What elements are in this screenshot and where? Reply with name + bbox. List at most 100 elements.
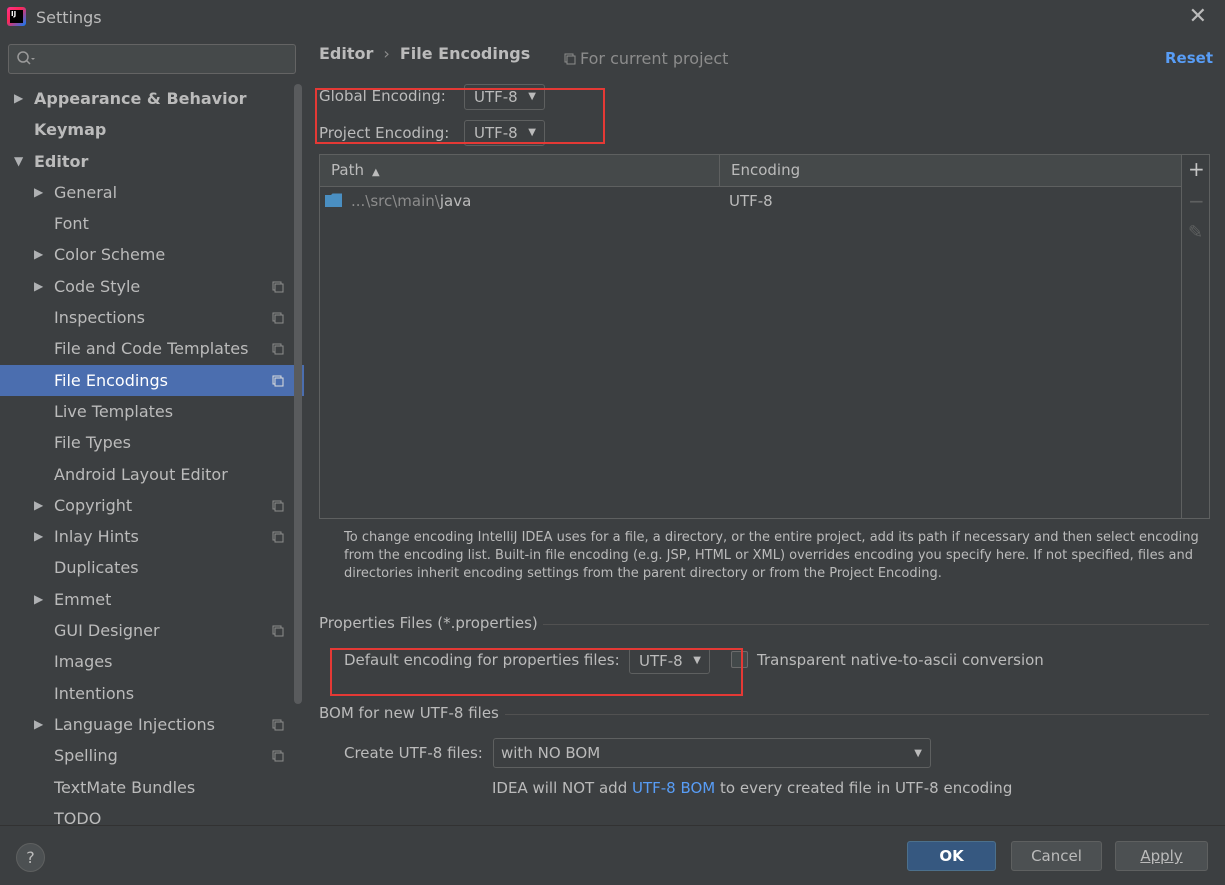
sidebar-item-label: File and Code Templates [54,339,249,359]
sidebar-item-label: TODO [54,808,102,825]
utf8-bom-link[interactable]: UTF-8 BOM [632,779,715,797]
settings-sidebar: ▶ Appearance & Behavior Keymap ▼ Editor ▶ Gene… [0,36,304,825]
sidebar-item-label: Code Style [54,276,141,296]
sidebar-item-intentions[interactable]: Intentions [0,678,304,709]
sidebar-item-file-encodings[interactable]: File Encodings [0,364,304,396]
row-encoding[interactable]: UTF-8 [729,192,773,210]
edit-icon[interactable]: ✎ [1188,222,1203,243]
project-scope-icon [272,719,284,731]
sidebar-item-file-and-code-templates[interactable]: File and Code Templates [0,333,304,364]
add-icon[interactable]: + [1188,157,1205,181]
scope-note: For current project [564,49,728,68]
table-row[interactable]: ...\src\main\java UTF-8 [320,187,1181,217]
close-icon[interactable]: ✕ [1189,4,1207,29]
reset-link[interactable]: Reset [1165,49,1213,67]
sidebar-item-spelling[interactable]: Spelling [0,740,304,771]
sidebar-item-label: Language Injections [54,714,215,734]
sidebar-item-label: Inspections [54,308,145,328]
cancel-button[interactable]: Cancel [1011,841,1102,871]
table-header: Path ▲ Encoding [320,155,1181,187]
sidebar-item-file-types[interactable]: File Types [0,427,304,458]
project-scope-icon [272,531,284,543]
breadcrumb-current: File Encodings [399,44,531,63]
sidebar-item-copyright[interactable]: ▶ Copyright [0,490,304,521]
apply-button[interactable]: Apply [1115,841,1208,871]
help-button[interactable]: ? [16,843,45,872]
sidebar-item-label: Android Layout Editor [54,464,228,484]
breadcrumb-parent[interactable]: Editor [319,44,373,63]
sidebar-item-label: Duplicates [54,558,139,578]
create-utf8-label: Create UTF-8 files: [344,744,483,762]
chevron-right-icon[interactable]: ▶ [34,271,43,302]
sidebar-item-android-layout-editor[interactable]: Android Layout Editor [0,459,304,490]
sidebar-item-duplicates[interactable]: Duplicates [0,552,304,583]
section-divider [543,624,1209,625]
chevron-right-icon[interactable]: ▶ [34,709,43,740]
sidebar-item-inspections[interactable]: Inspections [0,302,304,333]
project-scope-icon [272,312,284,324]
sidebar-item-label: File Types [54,433,131,453]
sidebar-item-images[interactable]: Images [0,646,304,677]
section-divider [505,714,1209,715]
sidebar-item-label: Copyright [54,495,133,515]
path-encoding-table: Path ▲ Encoding ...\src\main\java UTF-8 [319,154,1182,519]
chevron-right-icon[interactable]: ▶ [34,490,43,521]
search-input[interactable] [8,44,296,74]
sidebar-item-code-style[interactable]: ▶ Code Style [0,271,304,302]
sidebar-scrollbar[interactable] [294,84,302,704]
remove-icon[interactable]: − [1188,189,1205,213]
intellij-logo-icon: IJ [7,7,26,26]
sidebar-item-label: Appearance & Behavior [34,89,247,108]
column-header-encoding[interactable]: Encoding [720,155,1181,186]
sidebar-item-label: Editor [34,151,89,171]
sidebar-item-todo[interactable]: TODO [0,803,304,825]
sidebar-item-gui-designer[interactable]: GUI Designer [0,615,304,646]
breadcrumb: Editor › File Encodings [319,44,530,63]
sidebar-item-keymap[interactable]: Keymap [0,114,304,145]
sidebar-item-color-scheme[interactable]: ▶ Color Scheme [0,239,304,270]
sidebar-item-inlay-hints[interactable]: ▶ Inlay Hints [0,521,304,552]
bom-select[interactable]: with NO BOM ▼ [493,738,931,768]
chevron-down-icon: ▼ [914,748,922,759]
search-icon [17,51,35,65]
sidebar-item-label: Keymap [34,120,107,140]
chevron-right-icon[interactable]: ▶ [14,83,23,114]
scope-note-text: For current project [580,49,729,68]
dialog-footer: ? OK Cancel Apply [0,825,1225,885]
sidebar-item-live-templates[interactable]: Live Templates [0,396,304,427]
sidebar-item-appearance-behavior[interactable]: ▶ Appearance & Behavior [0,83,304,114]
chevron-right-icon[interactable]: ▶ [34,239,43,270]
row-path-tail: java [439,192,472,210]
sidebar-item-textmate-bundles[interactable]: TextMate Bundles [0,772,304,803]
project-scope-icon [272,375,284,387]
sidebar-item-label: General [54,182,118,202]
sidebar-item-language-injections[interactable]: ▶ Language Injections [0,709,304,740]
search-field[interactable] [41,48,291,70]
project-scope-icon [564,53,576,65]
sidebar-item-emmet[interactable]: ▶ Emmet [0,584,304,615]
bom-note: IDEA will NOT add UTF-8 BOM to every cre… [492,779,1012,797]
settings-tree: ▶ Appearance & Behavior Keymap ▼ Editor ▶ Gene… [0,83,304,825]
project-scope-icon [272,343,284,355]
column-header-path-label: Path [331,161,364,179]
transparent-conversion-label[interactable]: Transparent native-to-ascii conversion [757,651,1044,669]
chevron-right-icon[interactable]: ▶ [34,177,43,208]
project-scope-icon [272,281,284,293]
highlight-box-encodings [315,88,605,144]
properties-section-title: Properties Files (*.properties) [319,614,538,632]
title-bar: IJ Settings ✕ [0,0,1225,36]
ok-button[interactable]: OK [907,841,996,871]
chevron-down-icon[interactable]: ▼ [14,146,23,177]
sidebar-item-label: File Encodings [54,370,168,390]
column-header-path[interactable]: Path ▲ [320,155,720,186]
sidebar-item-general[interactable]: ▶ General [0,177,304,208]
bom-section-title: BOM for new UTF-8 files [319,704,499,722]
main-panel: Editor › File Encodings For current projec… [304,36,1225,825]
sidebar-item-label: Intentions [54,683,135,703]
table-toolbar: + − ✎ [1182,154,1210,519]
sidebar-item-font[interactable]: Font [0,208,304,239]
help-text: To change encoding IntelliJ IDEA uses fo… [344,530,1199,581]
chevron-right-icon[interactable]: ▶ [34,584,43,615]
sidebar-item-editor[interactable]: ▼ Editor [0,146,304,177]
chevron-right-icon[interactable]: ▶ [34,521,43,552]
